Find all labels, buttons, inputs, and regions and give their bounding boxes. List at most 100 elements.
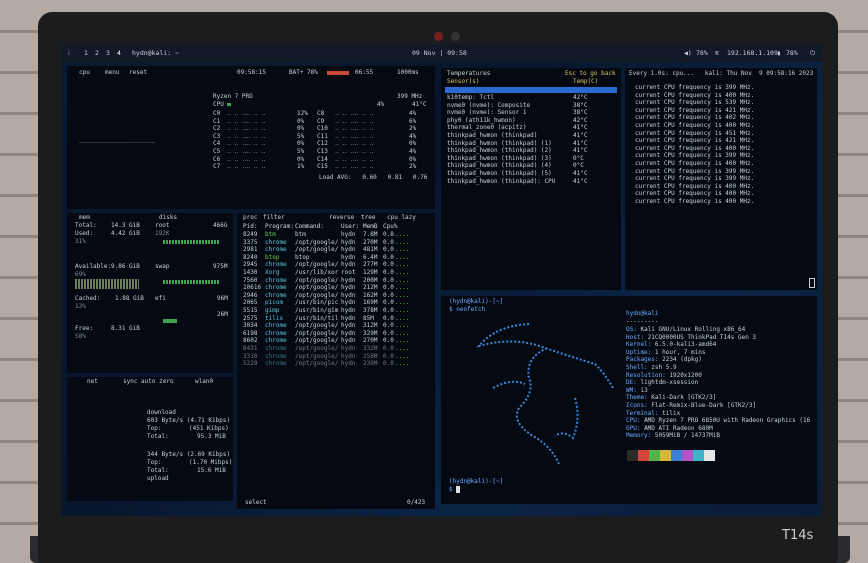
core-pct: 1%: [297, 163, 305, 171]
proc-reverse[interactable]: reverse: [329, 214, 354, 222]
sensor-temp: 38°C: [573, 101, 588, 109]
table-row: 8431 chrome/opt/google/hydn 332M 0.0....: [243, 345, 433, 353]
proc-cell: 0.0: [383, 322, 394, 330]
info-key: Shell:: [626, 363, 648, 371]
temps-col-temp[interactable]: Temp(C): [573, 78, 598, 86]
proc-cell: hydn: [341, 299, 356, 307]
disks-title: disks: [159, 214, 178, 221]
watch-line: current CPU frequency is 399 MHz.: [635, 152, 755, 160]
temps-col-sensor[interactable]: Sensor(s): [447, 78, 480, 86]
table-row: 8602 chrome/opt/google/hydn 270M 0.0....: [243, 337, 433, 345]
core-label: C12: [317, 140, 328, 148]
disk-efi-meter: [163, 319, 177, 323]
list-item: nvme0 (nvme): Sensor 1 38°C: [447, 109, 619, 117]
proc-cpu-graph: ....: [395, 253, 410, 261]
update-interval[interactable]: 1000ms: [397, 69, 419, 77]
table-row: 10616 chrome/opt/google/hydn 212M 0.0....: [243, 284, 433, 292]
proc-cell: 0.0: [383, 253, 394, 261]
btop-mem-box: mem Total: 14.3 GiB Used: 4.42 GiB 31% A…: [67, 213, 233, 373]
disk-root-label: root: [155, 222, 170, 229]
upload-label: upload: [147, 475, 169, 482]
watch-terminal[interactable]: Every 1.0s: cpu... kali: Thu Nov 9 09:58…: [625, 68, 817, 290]
proc-cell: hydn: [341, 231, 356, 238]
menu-tab[interactable]: menu: [105, 69, 119, 77]
table-row: 8240 btop btop hydn 6.4M 0.0....: [243, 254, 433, 262]
workspace-2[interactable]: 2: [95, 44, 99, 62]
proc-col-header: Cpu%: [383, 223, 398, 230]
btop-battery: BAT+ 78%: [289, 69, 318, 76]
core-row: C0 ‥ ‥ ‥‥ ‥ ‥ 12% C8 ‥ ‥ ‥‥ ‥ ‥ 4%: [213, 110, 433, 118]
info-value: tilix: [658, 409, 681, 417]
proc-cell: 0.0: [383, 268, 394, 276]
wifi-icon[interactable]: ≋: [715, 44, 719, 62]
core-pct: 4%: [409, 110, 417, 117]
net-sync[interactable]: sync auto zero: [123, 378, 174, 386]
btop-cpu-box: cpu menu reset 09:58:15 BAT+ 78% 06:55 1…: [67, 66, 435, 209]
info-row: CPU: AMD Ryzen 7 PRO 6850U with Radeon G…: [626, 417, 814, 425]
watch-line: current CPU frequency is 400 MHz.: [635, 197, 755, 205]
info-key: CPU:: [626, 417, 641, 425]
proc-table: 8249 btm btm hydn 7.8M 0.8.... 3375 chrome/opt/…: [243, 231, 433, 368]
download-top-label: Top:: [147, 425, 162, 432]
workspace-3[interactable]: 3: [106, 44, 110, 62]
workspace-1[interactable]: 1: [84, 44, 88, 62]
proc-cell: btop: [295, 253, 310, 261]
proc-cpu-graph: ....: [395, 329, 410, 337]
cpu-tab[interactable]: cpu: [79, 69, 90, 77]
proc-cpu-graph: ....: [395, 276, 410, 284]
core-pct: 0%: [297, 155, 305, 163]
clock[interactable]: 09 Nov | 09:58: [412, 44, 467, 62]
core-pct: 6%: [409, 117, 417, 125]
proc-cell: /opt/google/: [295, 329, 339, 337]
proc-cell: chrome: [265, 329, 287, 337]
proc-cell: hydn: [341, 284, 356, 292]
sensor-temp: 42°C: [573, 94, 588, 101]
menu-icon[interactable]: ⁞: [68, 44, 70, 62]
core-pct: 4%: [409, 132, 417, 140]
cpu-frequency: 399 MHz: [397, 93, 423, 100]
core-graph: ‥ ‥ ‥‥ ‥ ‥: [335, 110, 374, 117]
camera-light-icon: [434, 32, 443, 41]
core-row: C7 ‥ ‥ ‥‥ ‥ ‥ 1% C15 ‥ ‥ ‥‥ ‥ ‥ 2%: [213, 163, 433, 171]
neofetch-terminal[interactable]: (hydn@kali)-[~] $ neofetch hydn@kali ---…: [441, 296, 817, 504]
proc-cpu-graph: ....: [395, 231, 410, 238]
proc-filter[interactable]: filter: [263, 214, 285, 222]
workspace-4[interactable]: 4: [117, 44, 121, 62]
watch-line: current CPU frequency is 402 MHz.: [635, 114, 755, 122]
proc-cell: root: [341, 268, 356, 276]
table-row: 7560 chrome/opt/google/hydn 200M 0.0....: [243, 277, 433, 285]
mem-available-pct: 69%: [75, 271, 86, 278]
mem-free-pct: 58%: [75, 333, 86, 340]
proc-cell: 8431: [243, 344, 258, 352]
btop-net-box: net sync auto zero wlan0 download 603 By…: [67, 377, 233, 501]
info-value: 1920x1200: [665, 371, 702, 379]
volume-icon[interactable]: ◀): [684, 44, 692, 62]
proc-col-header: User:: [341, 223, 360, 230]
temps-selected-row[interactable]: [445, 87, 617, 93]
proc-cell: 0.0: [383, 246, 394, 254]
proc-tree[interactable]: tree: [361, 214, 375, 222]
proc-sort[interactable]: cpu lazy: [387, 214, 416, 222]
sensor-name: thinkpad_hwmon (thinkpad): [447, 131, 538, 139]
core-row: C3 ‥ ‥ ‥‥ ‥ ‥ 5% C11 ‥ ‥ ‥‥ ‥ ‥ 4%: [213, 133, 433, 141]
proc-cell: hydn: [341, 344, 356, 352]
proc-cpu-graph: ....: [395, 314, 410, 322]
proc-cpu-graph: ....: [395, 291, 410, 299]
proc-cell: hydn: [341, 360, 356, 368]
table-row: 2946 chrome/opt/google/hydn 162M 0.0....: [243, 292, 433, 300]
info-key: Icons:: [626, 401, 648, 409]
info-key: DE:: [626, 379, 637, 387]
sensor-temp: 41°C: [573, 147, 588, 155]
proc-select[interactable]: select: [245, 499, 267, 507]
window-title: hydn@kali: ~: [132, 49, 179, 57]
info-value: 21CQ0000US ThinkPad T14s Gen 3: [644, 333, 757, 341]
sensor-name: thinkpad_hwmon (thinkpad) (5): [447, 169, 552, 177]
core-pct: 0%: [409, 155, 417, 163]
power-icon[interactable]: ⏻: [810, 44, 815, 62]
reset-button[interactable]: reset: [129, 69, 147, 77]
proc-cell: 0.0: [383, 238, 394, 246]
proc-cell: chrome: [265, 276, 287, 284]
system-info: OS: Kali GNU/Linux Rolling x86_64 Host: 2…: [626, 326, 814, 440]
net-interface[interactable]: wlan0: [195, 378, 213, 386]
proc-cell: 332M: [363, 344, 378, 352]
